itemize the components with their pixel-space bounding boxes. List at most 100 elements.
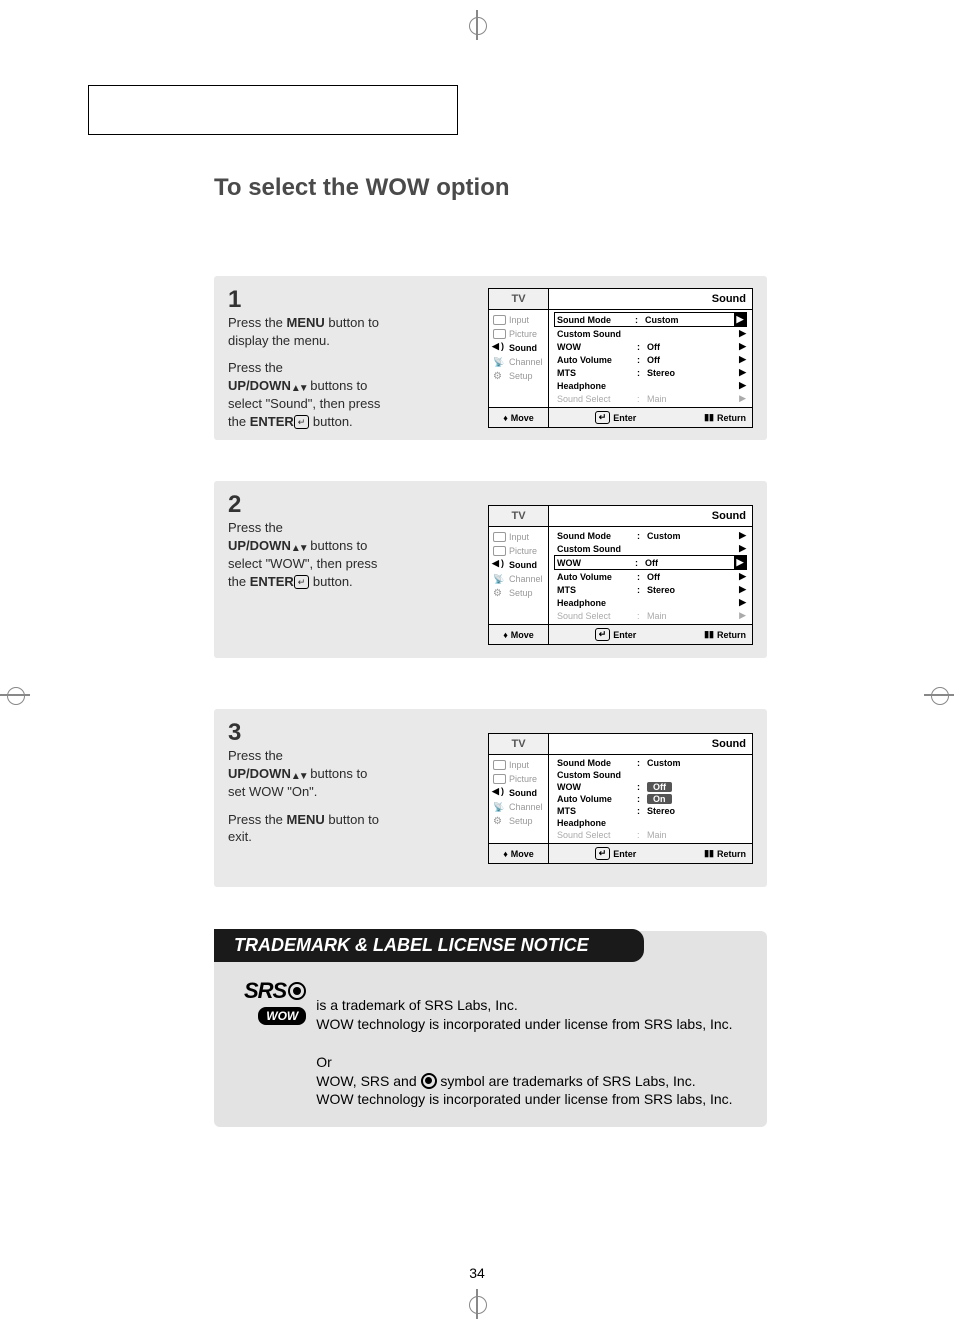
colon: :	[637, 531, 647, 541]
input-icon	[493, 315, 506, 325]
arrow-icon: ▶	[736, 354, 746, 365]
enter-label: Enter	[613, 849, 636, 859]
crop-mark-top	[462, 10, 492, 40]
return-label: Return	[717, 849, 746, 859]
label: Picture	[509, 546, 537, 556]
value: Off	[645, 558, 734, 568]
arrow-icon: ▶	[736, 530, 746, 541]
value: Custom	[645, 315, 734, 325]
arrow-icon: ▶	[736, 571, 746, 582]
text: WOW technology is incorporated under lic…	[316, 1016, 732, 1032]
value: Main	[647, 611, 736, 621]
text: Press the	[228, 748, 283, 763]
osd-tv-label: TV	[489, 506, 549, 526]
updown-icon: ▲▼	[291, 770, 307, 784]
text: Press the	[228, 315, 287, 330]
colon: :	[637, 368, 647, 378]
osd-sidebar: Input Picture Sound Channel Setup	[489, 527, 549, 624]
enter-label: Enter	[613, 413, 636, 423]
osd-footer: ♦Move ↵Enter ▮▮Return	[489, 624, 752, 644]
label: Sound Select	[557, 611, 637, 621]
osd-row-sound-select: Sound Select:Main▶	[549, 392, 752, 405]
crop-mark-right	[924, 680, 954, 710]
enter-icon: ↵	[595, 628, 611, 641]
return-icon: ▮▮	[704, 629, 714, 640]
colon: :	[637, 355, 647, 365]
text: Press the	[228, 812, 287, 827]
move-icon: ♦	[503, 849, 508, 859]
sidebar-item-setup: Setup	[489, 586, 548, 600]
step-1-block: 1 Press the MENU button to display the m…	[214, 276, 767, 440]
colon: :	[637, 794, 647, 804]
colon: :	[637, 782, 647, 792]
label: Auto Volume	[557, 572, 637, 582]
osd-tv-label: TV	[489, 289, 549, 309]
text: button.	[309, 414, 352, 429]
osd-row-wow: WOW:Off	[549, 781, 752, 793]
osd-list: Sound Mode:Custom▶ Custom Sound▶ WOW:Off…	[549, 527, 752, 624]
page-number: 34	[469, 1265, 485, 1281]
label: WOW	[557, 342, 637, 352]
value: Stereo	[647, 368, 736, 378]
sound-icon	[493, 343, 506, 353]
sidebar-item-setup: Setup	[489, 369, 548, 383]
label: Custom Sound	[557, 329, 637, 339]
crop-mark-bottom	[462, 1289, 492, 1319]
picture-icon	[493, 546, 506, 556]
text: is a trademark of SRS Labs, Inc.	[316, 997, 518, 1013]
value: Stereo	[647, 806, 736, 816]
sidebar-item-channel: Channel	[489, 572, 548, 586]
arrow-icon: ▶	[736, 367, 746, 378]
arrow-icon: ▶	[736, 341, 746, 352]
osd-list: Sound Mode:Custom▶ Custom Sound▶ WOW:Off…	[549, 310, 752, 407]
arrow-icon: ▶	[736, 380, 746, 391]
label: Sound	[509, 560, 537, 570]
channel-icon	[493, 802, 506, 812]
label: Sound	[509, 788, 537, 798]
osd-row-headphone: Headphone	[549, 817, 752, 829]
srs-dot-icon	[288, 982, 306, 1000]
arrow-icon: ▶	[736, 393, 746, 404]
label: Input	[509, 532, 529, 542]
label: WOW	[557, 558, 635, 568]
value: Off	[647, 342, 736, 352]
sound-icon	[493, 788, 506, 798]
arrow-icon: ▶	[734, 556, 746, 569]
osd-row-mts: MTS:Stereo▶	[549, 583, 752, 596]
colon: :	[637, 611, 647, 621]
colon: :	[635, 558, 645, 568]
osd-row-auto-volume: Auto Volume:Off▶	[549, 570, 752, 583]
move-label: Move	[511, 413, 534, 423]
arrow-icon: ▶	[736, 597, 746, 608]
osd-row-headphone: Headphone▶	[549, 379, 752, 392]
osd-footer: ♦Move ↵Enter ▮▮Return	[489, 407, 752, 427]
colon: :	[637, 585, 647, 595]
return-icon: ▮▮	[704, 412, 714, 423]
text: Or	[316, 1054, 332, 1070]
label: Picture	[509, 329, 537, 339]
return-icon: ▮▮	[704, 848, 714, 859]
osd-list: Sound Mode:Custom Custom Sound WOW:Off A…	[549, 755, 752, 843]
value: Off	[647, 572, 736, 582]
picture-icon	[493, 329, 506, 339]
label: Input	[509, 315, 529, 325]
osd-screen-2: TV Sound Input Picture Sound Channel Set…	[488, 505, 753, 645]
move-icon: ♦	[503, 413, 508, 423]
enter-icon: ↵	[595, 411, 611, 424]
return-label: Return	[717, 630, 746, 640]
colon: :	[637, 830, 647, 840]
return-label: Return	[717, 413, 746, 423]
label: Setup	[509, 371, 533, 381]
menu-label: MENU	[287, 315, 325, 330]
sidebar-item-sound: Sound	[489, 558, 548, 572]
osd-screen-1: TV Sound Input Picture Sound Channel Set…	[488, 288, 753, 428]
value: Main	[647, 830, 736, 840]
channel-icon	[493, 357, 506, 367]
osd-row-wow: WOW:Off▶	[549, 340, 752, 353]
setup-icon	[493, 588, 506, 598]
osd-row-sound-select: Sound Select:Main	[549, 829, 752, 841]
label: Channel	[509, 574, 543, 584]
label: Headphone	[557, 598, 637, 608]
label: Auto Volume	[557, 794, 637, 804]
updown-icon: ▲▼	[291, 382, 307, 396]
